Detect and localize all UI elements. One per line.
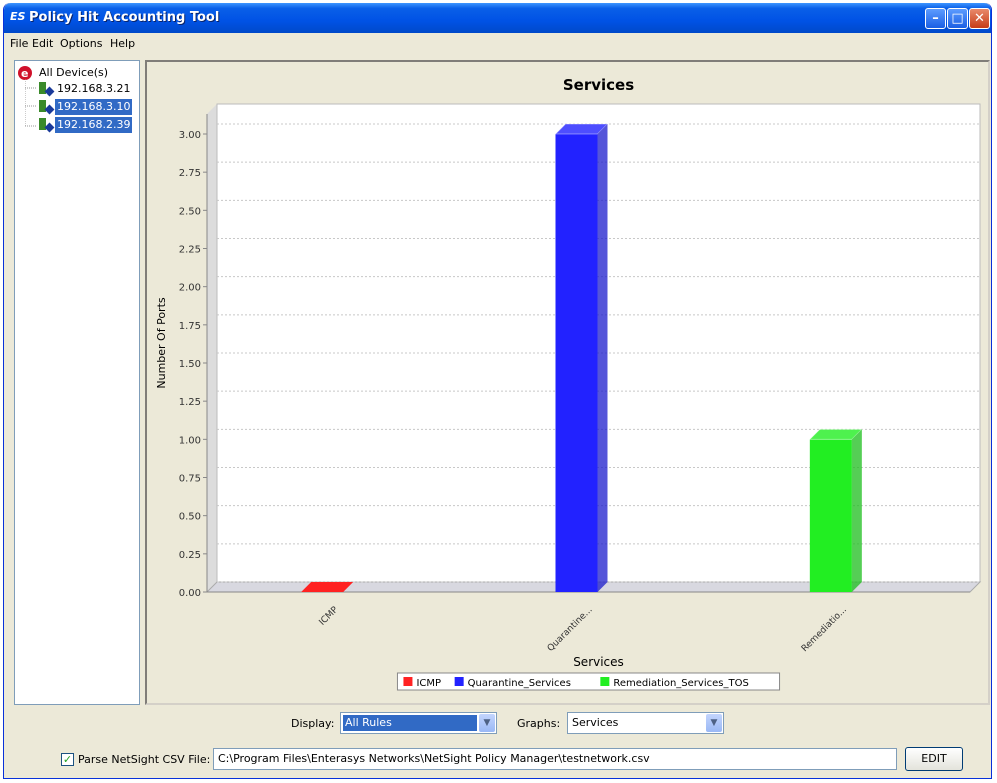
display-label: Display: (291, 717, 335, 730)
menu-file[interactable]: File (10, 37, 28, 50)
legend-label: Quarantine_Services (468, 678, 571, 689)
legend-label: Remediation_Services_TOS (613, 678, 748, 689)
minimize-button[interactable]: – (925, 8, 946, 29)
bar-side-shade (597, 124, 608, 592)
plot-left-wall (207, 104, 217, 592)
bar-side-shade (851, 429, 862, 592)
parse-csv-checkbox[interactable]: ✓ (61, 753, 74, 766)
maximize-button[interactable]: □ (947, 8, 968, 29)
display-select[interactable]: All Rules ▼ (340, 712, 497, 734)
chart-title: Services (563, 76, 634, 94)
y-axis-label: Number Of Ports (155, 297, 168, 389)
chart-panel: 0.00 0.25 0.50 0.75 1.00 1.25 1.50 1.75 2.00 2.25… (145, 60, 990, 705)
device-icon (39, 118, 55, 133)
y-tick-label: 2.25 (179, 245, 201, 256)
csv-path-field[interactable]: C:\Program Files\Enterasys Networks\NetS… (213, 748, 897, 770)
x-tick-label: Quarantine... (546, 605, 595, 654)
services-chart: 0.00 0.25 0.50 0.75 1.00 1.25 1.50 1.75 2.00 2.25… (155, 76, 982, 691)
menu-options[interactable]: Options (60, 37, 102, 50)
device-icon (39, 82, 55, 97)
legend-label: ICMP (416, 678, 441, 689)
x-tick-label: Remediatio... (800, 605, 849, 654)
y-tick-label: 2.00 (179, 283, 201, 294)
device-tree[interactable]: e All Device(s) 192.168.3.21 192.168.3.1… (14, 60, 140, 705)
bar-Remediation_Services_TOS (809, 439, 852, 592)
display-value: All Rules (343, 715, 477, 731)
chevron-down-icon[interactable]: ▼ (706, 714, 722, 732)
chevron-down-icon[interactable]: ▼ (479, 714, 495, 732)
menu-bar: File Edit Options Help (4, 34, 991, 54)
bottom-controls: Display: All Rules ▼ Graphs: Services ▼ … (4, 705, 991, 778)
bar-Quarantine_Services (555, 134, 598, 592)
graphs-value: Services (572, 716, 619, 729)
menu-edit[interactable]: Edit (32, 37, 53, 50)
menu-help[interactable]: Help (110, 37, 135, 50)
app-window: ES Policy Hit Accounting Tool – □ ✕ File… (3, 3, 992, 779)
title-bar[interactable]: ES Policy Hit Accounting Tool – □ ✕ (4, 3, 991, 33)
x-axis-label: Services (573, 655, 624, 669)
graphs-label: Graphs: (517, 717, 561, 730)
y-tick-label: 3.00 (179, 130, 201, 141)
y-tick-label: 0.25 (179, 550, 201, 561)
close-button[interactable]: ✕ (969, 8, 990, 29)
graphs-select[interactable]: Services ▼ (567, 712, 724, 734)
window-title: Policy Hit Accounting Tool (29, 10, 220, 25)
y-tick-label: 0.50 (179, 512, 201, 523)
y-tick-label: 2.75 (179, 168, 201, 179)
legend-swatch (403, 677, 413, 686)
app-logo-icon: ES (10, 10, 26, 23)
y-tick-label: 2.50 (179, 206, 201, 217)
x-tick-label: ICMP (318, 605, 341, 628)
y-tick-label: 0.75 (179, 474, 201, 485)
y-tick-label: 1.00 (179, 435, 201, 446)
device-label: 192.168.2.39 (55, 117, 133, 133)
device-icon (39, 100, 55, 115)
y-tick-label: 1.50 (179, 359, 201, 370)
device-label: 192.168.3.21 (57, 82, 131, 95)
device-label: 192.168.3.10 (55, 99, 133, 115)
edit-button[interactable]: EDIT (905, 747, 963, 771)
y-tick-label: 1.75 (179, 321, 201, 332)
legend-swatch (600, 677, 610, 686)
legend-swatch (454, 677, 464, 686)
y-tick-label: 0.00 (179, 588, 201, 599)
y-tick-label: 1.25 (179, 397, 201, 408)
parse-csv-label: Parse NetSight CSV File: (78, 753, 211, 766)
